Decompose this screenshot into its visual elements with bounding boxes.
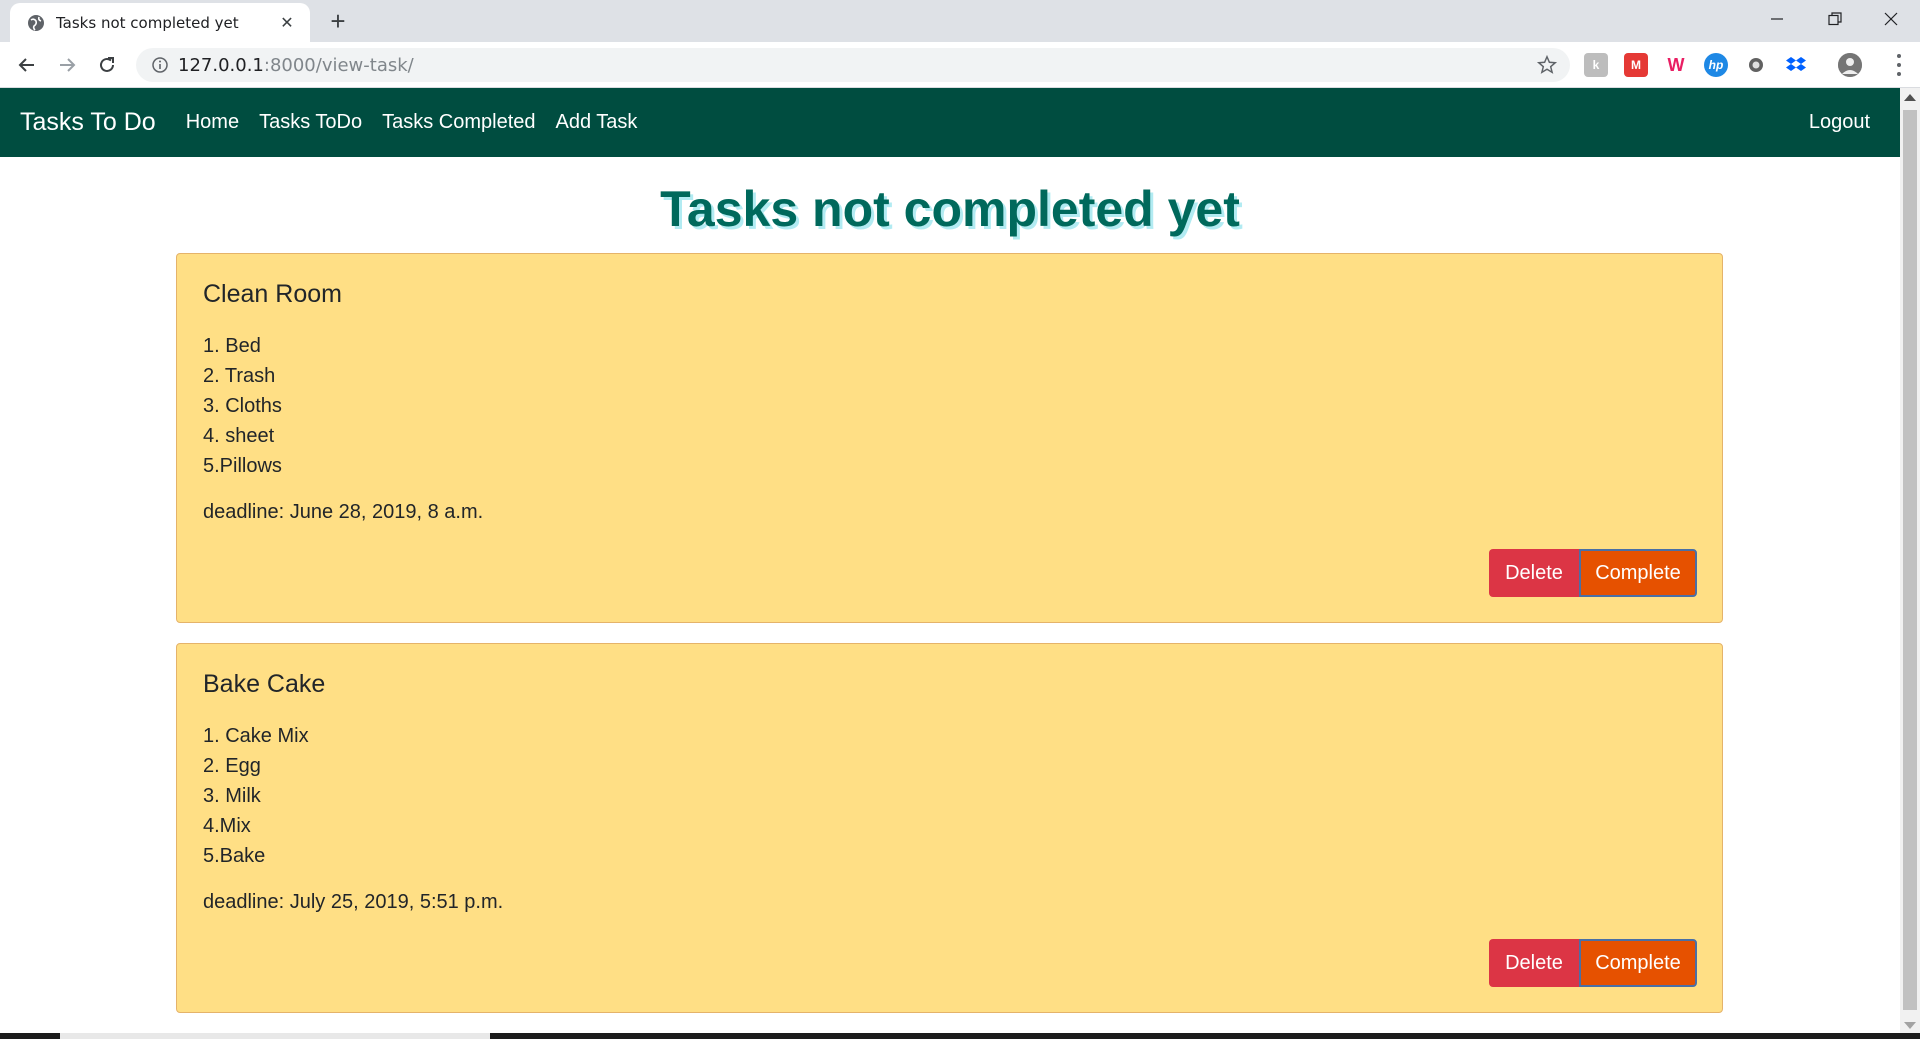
complete-button[interactable]: Complete [1579, 939, 1697, 987]
task-item: 1. Bed [203, 335, 261, 357]
nav-link-tasks-todo[interactable]: Tasks ToDo [259, 111, 362, 134]
os-taskbar [0, 1033, 1920, 1039]
delete-button[interactable]: Delete [1489, 549, 1579, 597]
close-window-button[interactable] [1862, 0, 1920, 38]
bookmark-star-icon[interactable] [1536, 54, 1558, 76]
task-item: 1. Cake Mix [203, 725, 309, 747]
task-card: Clean Room 1. Bed 2. Trash 3. Cloths 4. … [176, 253, 1723, 623]
navbar-brand[interactable]: Tasks To Do [20, 108, 156, 137]
url-text: 127.0.0.1:8000/view-task/ [178, 55, 414, 76]
task-item: 2. Trash [203, 365, 276, 387]
task-item: 3. Cloths [203, 395, 282, 417]
arrow-left-icon [18, 58, 34, 72]
back-button[interactable] [12, 50, 42, 80]
delete-button[interactable]: Delete [1489, 939, 1579, 987]
taskbar-segment [60, 1033, 490, 1039]
task-item: 4. sheet [203, 425, 275, 447]
task-item: 5.Bake [203, 845, 266, 867]
browser-tab[interactable]: Tasks not completed yet ✕ [10, 3, 310, 42]
extension-w-icon[interactable]: W [1664, 53, 1688, 77]
scroll-down-arrow-icon[interactable] [1904, 1022, 1916, 1029]
task-deadline: deadline: July 25, 2019, 5:51 p.m. [203, 891, 504, 913]
scroll-up-arrow-icon[interactable] [1904, 94, 1916, 101]
reload-icon [100, 57, 114, 72]
tab-strip: Tasks not completed yet ✕ + [0, 0, 1920, 42]
url-host: 127.0.0.1 [178, 54, 264, 76]
task-item: 3. Milk [203, 785, 261, 807]
logout-link[interactable]: Logout [1809, 111, 1870, 134]
reload-button[interactable] [92, 50, 122, 80]
page-viewport: Tasks To Do Home Tasks ToDo Tasks Comple… [0, 88, 1900, 1033]
task-deadline: deadline: June 28, 2019, 8 a.m. [203, 501, 484, 523]
task-actions: Delete Complete [1489, 939, 1697, 987]
extension-red-icon[interactable]: M [1624, 53, 1648, 77]
dropbox-icon[interactable] [1784, 53, 1808, 77]
arrow-right-icon [60, 58, 76, 72]
complete-button[interactable]: Complete [1579, 549, 1697, 597]
extension-k-icon[interactable]: k [1584, 53, 1608, 77]
new-tab-button[interactable]: + [323, 6, 353, 36]
nav-link-tasks-completed[interactable]: Tasks Completed [382, 111, 535, 134]
nav-link-home[interactable]: Home [186, 111, 239, 134]
task-actions: Delete Complete [1489, 549, 1697, 597]
task-item: 4.Mix [203, 815, 251, 837]
restore-button[interactable] [1806, 0, 1864, 38]
page-scrollbar[interactable] [1900, 88, 1920, 1033]
browser-toolbar: 127.0.0.1:8000/view-task/ k M W hp [0, 42, 1920, 88]
task-card: Bake Cake 1. Cake Mix 2. Egg 3. Milk 4.M… [176, 643, 1723, 1013]
site-navbar: Tasks To Do Home Tasks ToDo Tasks Comple… [0, 88, 1900, 157]
extension-circle-icon[interactable] [1744, 53, 1768, 77]
scroll-thumb[interactable] [1903, 110, 1917, 1010]
extension-hp-icon[interactable]: hp [1704, 53, 1728, 77]
task-item: 5.Pillows [203, 455, 282, 477]
tab-title: Tasks not completed yet [56, 13, 239, 32]
nav-link-add-task[interactable]: Add Task [556, 111, 638, 134]
browser-menu-icon[interactable] [1896, 54, 1902, 76]
task-item: 2. Egg [203, 755, 261, 777]
forward-button[interactable] [52, 50, 82, 80]
url-path: :8000/view-task/ [263, 54, 414, 76]
minimize-button[interactable] [1748, 0, 1806, 38]
page-title: Tasks not completed yet [660, 181, 1240, 237]
task-title: Clean Room [203, 280, 342, 308]
info-icon [152, 57, 168, 73]
globe-icon [26, 13, 46, 33]
close-tab-icon[interactable]: ✕ [276, 12, 298, 34]
task-title: Bake Cake [203, 670, 326, 698]
address-bar[interactable]: 127.0.0.1:8000/view-task/ [136, 48, 1570, 82]
profile-avatar[interactable] [1838, 53, 1862, 77]
